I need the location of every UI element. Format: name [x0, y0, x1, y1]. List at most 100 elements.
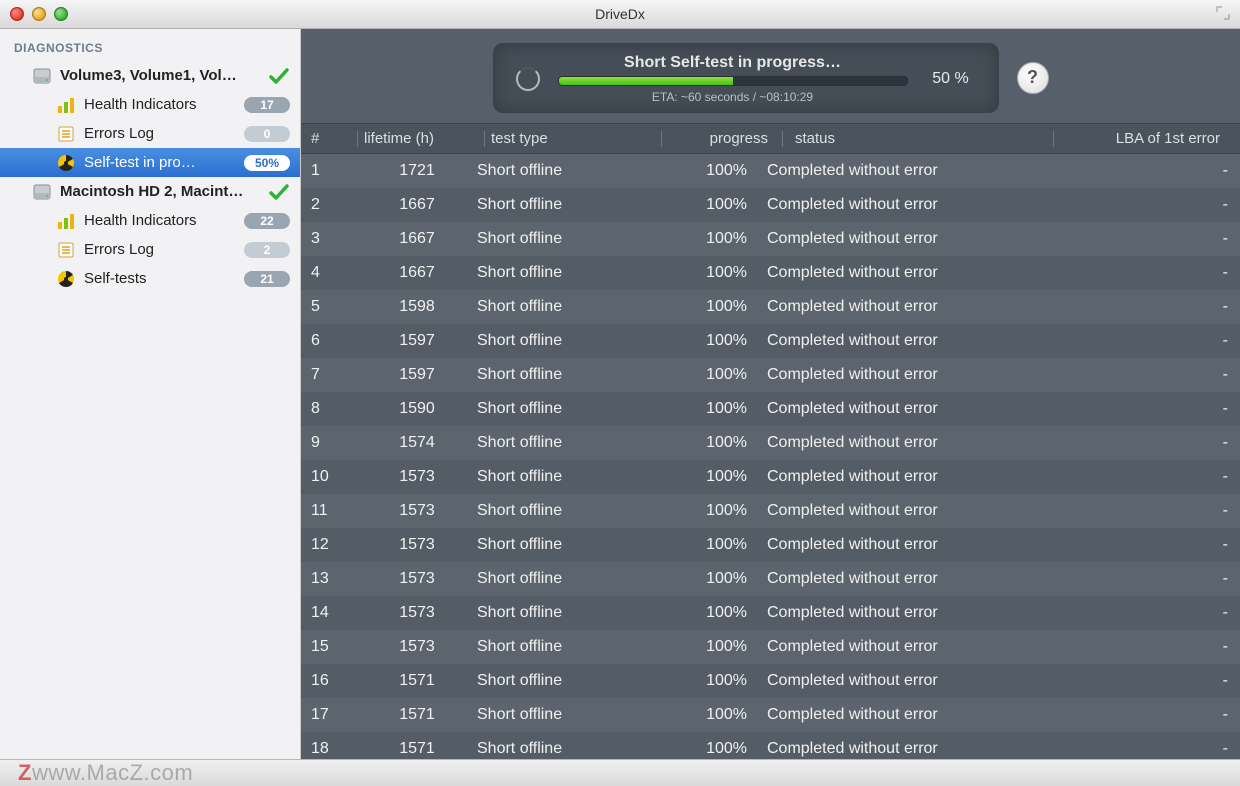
sidebar-item-health[interactable]: Health Indicators22	[0, 206, 300, 235]
col-header-index[interactable]: #	[301, 130, 357, 147]
cell-progress: 100%	[647, 638, 761, 656]
status-bar: Zwww.MacZ.com	[0, 759, 1240, 786]
table-row[interactable]: 61597Short offline100%Completed without …	[301, 324, 1240, 358]
table-row[interactable]: 131573Short offline100%Completed without…	[301, 562, 1240, 596]
table-row[interactable]: 181571Short offline100%Completed without…	[301, 732, 1240, 759]
table-row[interactable]: 161571Short offline100%Completed without…	[301, 664, 1240, 698]
cell-type: Short offline	[477, 672, 647, 690]
drive-icon	[32, 182, 52, 202]
sidebar-item-selftest[interactable]: Self-tests21	[0, 264, 300, 293]
minimize-button[interactable]	[32, 7, 46, 21]
cell-index: 17	[301, 706, 357, 724]
drive-icon	[32, 66, 52, 86]
check-icon	[268, 65, 290, 87]
sidebar-item-label: Macintosh HD 2, Macint…	[60, 183, 268, 200]
col-header-type[interactable]: test type	[491, 130, 661, 147]
col-header-lba[interactable]: LBA of 1st error	[1060, 130, 1232, 147]
cell-lba: -	[1068, 570, 1240, 588]
cell-status: Completed without error	[761, 196, 1068, 214]
cell-status: Completed without error	[761, 468, 1068, 486]
sidebar-item-selftest[interactable]: Self-test in pro…50%	[0, 148, 300, 177]
cell-status: Completed without error	[761, 366, 1068, 384]
cell-lifetime: 1573	[357, 502, 477, 520]
cell-index: 1	[301, 162, 357, 180]
table-row[interactable]: 171571Short offline100%Completed without…	[301, 698, 1240, 732]
cell-index: 8	[301, 400, 357, 418]
table-row[interactable]: 11721Short offline100%Completed without …	[301, 154, 1240, 188]
table-header: # lifetime (h) test type progress status…	[301, 123, 1240, 154]
fullscreen-icon[interactable]	[1216, 6, 1230, 20]
cell-status: Completed without error	[761, 502, 1068, 520]
check-icon	[268, 181, 290, 203]
cell-lifetime: 1574	[357, 434, 477, 452]
progress-title: Short Self-test in progress…	[558, 54, 908, 72]
cell-status: Completed without error	[761, 536, 1068, 554]
progress-banner: Short Self-test in progress… ETA: ~60 se…	[493, 43, 999, 113]
cell-lifetime: 1597	[357, 332, 477, 350]
cell-index: 15	[301, 638, 357, 656]
cell-type: Short offline	[477, 400, 647, 418]
sidebar-item-errors[interactable]: Errors Log0	[0, 119, 300, 148]
table-row[interactable]: 31667Short offline100%Completed without …	[301, 222, 1240, 256]
cell-type: Short offline	[477, 366, 647, 384]
table-row[interactable]: 91574Short offline100%Completed without …	[301, 426, 1240, 460]
help-button[interactable]: ?	[1017, 62, 1049, 94]
cell-index: 18	[301, 740, 357, 758]
cell-lba: -	[1068, 434, 1240, 452]
table-row[interactable]: 41667Short offline100%Completed without …	[301, 256, 1240, 290]
cell-type: Short offline	[477, 502, 647, 520]
cell-type: Short offline	[477, 230, 647, 248]
table-row[interactable]: 71597Short offline100%Completed without …	[301, 358, 1240, 392]
cell-lba: -	[1068, 400, 1240, 418]
table-row[interactable]: 111573Short offline100%Completed without…	[301, 494, 1240, 528]
sidebar-drive[interactable]: Macintosh HD 2, Macint…	[0, 177, 300, 206]
cell-index: 4	[301, 264, 357, 282]
cell-status: Completed without error	[761, 570, 1068, 588]
log-icon	[56, 124, 76, 144]
progress-banner-area: Short Self-test in progress… ETA: ~60 se…	[301, 29, 1240, 123]
cell-lifetime: 1573	[357, 604, 477, 622]
cell-status: Completed without error	[761, 298, 1068, 316]
window-controls	[10, 7, 68, 21]
main-content: Short Self-test in progress… ETA: ~60 se…	[301, 29, 1240, 759]
table-row[interactable]: 151573Short offline100%Completed without…	[301, 630, 1240, 664]
radiation-icon	[56, 269, 76, 289]
window-title: DriveDx	[0, 6, 1240, 22]
table-row[interactable]: 51598Short offline100%Completed without …	[301, 290, 1240, 324]
table-row[interactable]: 101573Short offline100%Completed without…	[301, 460, 1240, 494]
sidebar-drive[interactable]: Volume3, Volume1, Vol…	[0, 61, 300, 90]
cell-index: 5	[301, 298, 357, 316]
cell-progress: 100%	[647, 366, 761, 384]
cell-index: 3	[301, 230, 357, 248]
cell-type: Short offline	[477, 298, 647, 316]
cell-lba: -	[1068, 706, 1240, 724]
close-button[interactable]	[10, 7, 24, 21]
cell-progress: 100%	[647, 230, 761, 248]
sidebar-item-errors[interactable]: Errors Log2	[0, 235, 300, 264]
radiation-icon	[56, 153, 76, 173]
table-body[interactable]: 11721Short offline100%Completed without …	[301, 154, 1240, 759]
table-row[interactable]: 141573Short offline100%Completed without…	[301, 596, 1240, 630]
cell-progress: 100%	[647, 264, 761, 282]
table-row[interactable]: 81590Short offline100%Completed without …	[301, 392, 1240, 426]
table-row[interactable]: 21667Short offline100%Completed without …	[301, 188, 1240, 222]
cell-index: 12	[301, 536, 357, 554]
cell-status: Completed without error	[761, 604, 1068, 622]
cell-progress: 100%	[647, 468, 761, 486]
cell-lifetime: 1573	[357, 468, 477, 486]
cell-lifetime: 1667	[357, 230, 477, 248]
sidebar-item-health[interactable]: Health Indicators17	[0, 90, 300, 119]
cell-index: 9	[301, 434, 357, 452]
cell-lifetime: 1721	[357, 162, 477, 180]
cell-index: 2	[301, 196, 357, 214]
col-header-status[interactable]: status	[789, 130, 1053, 147]
zoom-button[interactable]	[54, 7, 68, 21]
col-header-progress[interactable]: progress	[668, 130, 782, 147]
cell-progress: 100%	[647, 332, 761, 350]
cell-status: Completed without error	[761, 740, 1068, 758]
table-row[interactable]: 121573Short offline100%Completed without…	[301, 528, 1240, 562]
cell-progress: 100%	[647, 536, 761, 554]
col-header-lifetime[interactable]: lifetime (h)	[364, 130, 484, 147]
cell-progress: 100%	[647, 196, 761, 214]
cell-lifetime: 1667	[357, 196, 477, 214]
